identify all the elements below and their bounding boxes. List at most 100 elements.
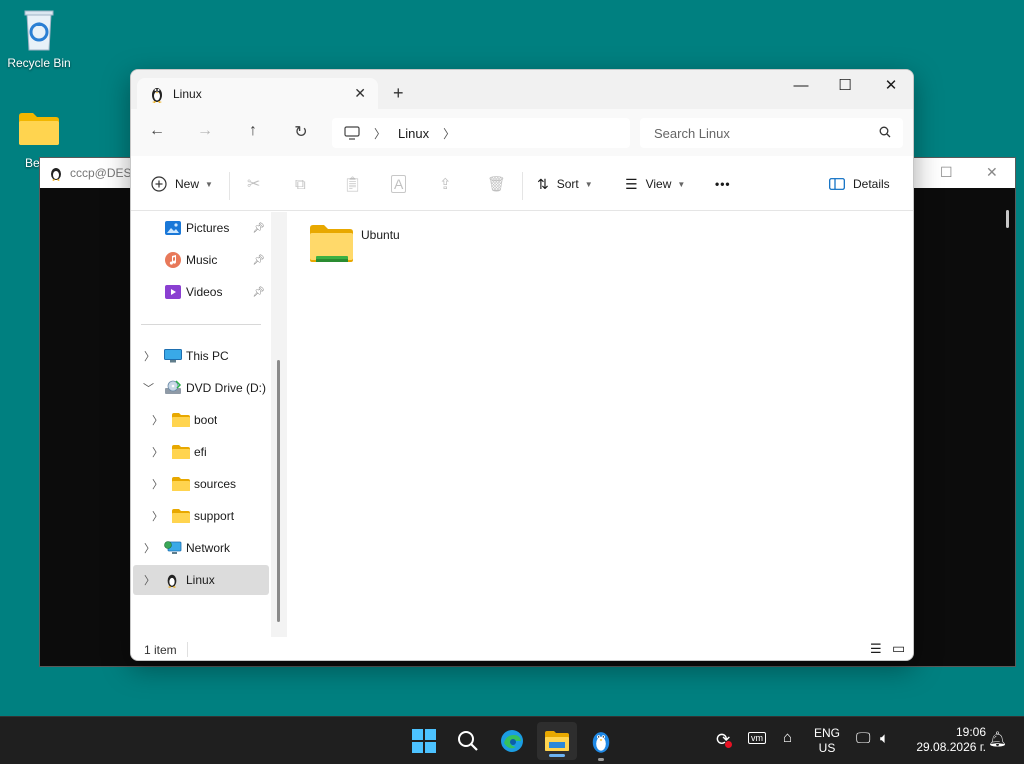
file-name: Ubuntu [361, 228, 400, 242]
linux-app-button[interactable] [581, 725, 621, 761]
chevron-right-icon[interactable]: 〉 [374, 125, 386, 142]
running-indicator [598, 758, 604, 761]
volume-icon[interactable]: 🔈︎ [880, 730, 889, 747]
chevron-right-icon[interactable]: 〉 [144, 540, 155, 556]
pin-icon[interactable]: 📌︎ [252, 223, 265, 234]
start-button[interactable] [404, 725, 444, 757]
file-explorer-button[interactable] [537, 722, 577, 760]
computer-icon [164, 349, 182, 363]
copy-icon: ⧉ [295, 175, 306, 193]
terminal-scroll-thumb[interactable] [1006, 210, 1009, 228]
chevron-right-icon[interactable]: 〉 [152, 508, 163, 524]
back-arrow-icon[interactable]: ← [145, 122, 169, 140]
sidebar-item-boot[interactable]: 〉 boot [133, 405, 269, 435]
sidebar-item-sources[interactable]: 〉 sources [133, 469, 269, 499]
sidebar-item-dvd-drive[interactable]: ﹀ DVD Drive (D:) C [133, 373, 270, 403]
search-button[interactable] [448, 725, 488, 757]
new-tab-icon[interactable]: + [393, 83, 404, 104]
details-button[interactable]: Details [829, 171, 890, 197]
clock[interactable]: 19:06 29.08.2026 г. [910, 725, 986, 755]
scissors-icon: ✂ [247, 176, 261, 193]
sort-button[interactable]: ⇅ Sort ▼ [537, 171, 593, 197]
chevron-right-icon[interactable]: 〉 [443, 125, 455, 142]
sidebar-item-network[interactable]: 〉 Network [133, 533, 269, 563]
maximize-icon[interactable]: ☐ [940, 164, 953, 181]
windows-logo-icon [412, 729, 436, 753]
more-options-button[interactable]: ••• [715, 171, 731, 197]
sidebar-item-support[interactable]: 〉 support [133, 501, 269, 531]
delete-button[interactable]: 🗑︎ [487, 171, 506, 197]
chevron-right-icon[interactable]: 〉 [144, 348, 155, 364]
sidebar-item-linux[interactable]: 〉 Linux [133, 565, 269, 595]
language-indicator[interactable]: ENG US [812, 726, 842, 756]
sidebar-item-music[interactable]: Music 📌︎ [133, 245, 269, 275]
linux-penguin-icon [152, 87, 162, 103]
chevron-right-icon[interactable]: 〉 [152, 476, 163, 492]
sidebar-item-pictures[interactable]: Pictures 📌︎ [133, 213, 269, 243]
desktop-icon-label: Be [25, 156, 40, 170]
sidebar-item-label: Network [186, 541, 231, 555]
cut-button[interactable]: ✂ [247, 171, 260, 197]
paste-button[interactable]: 📋︎ [343, 171, 362, 197]
breadcrumb-item-linux[interactable]: Linux [398, 126, 429, 141]
refresh-icon[interactable]: ↻ [289, 122, 313, 142]
pin-icon[interactable]: 📌︎ [252, 255, 265, 266]
breadcrumb[interactable]: 〉 Linux 〉 [332, 118, 630, 148]
sidebar-item-this-pc[interactable]: 〉 This PC [133, 341, 269, 371]
chevron-down-icon: ▼ [205, 179, 213, 189]
chevron-right-icon[interactable]: 〉 [152, 444, 163, 460]
sidebar-scrollbar[interactable] [271, 212, 287, 637]
scrollbar-thumb[interactable] [277, 360, 280, 622]
taskbar: ⟳ vm ⌂ ENG US 🖵︎ 🔈︎ 19:06 29.08.2026 г. … [0, 716, 1024, 764]
tiles-view-icon[interactable]: ▭ [892, 640, 905, 657]
close-window-icon[interactable]: ✕ [868, 74, 913, 98]
command-bar: New ▼ ✂ ⧉ 📋︎ A ⇪ 🗑︎ ⇅ Sort ▼ ☰ View ▼ ••… [131, 156, 913, 211]
divider [187, 642, 188, 657]
desktop-icon-recycle-bin[interactable]: Recycle Bin [1, 8, 77, 70]
usb-icon[interactable]: ⌂ [783, 729, 792, 746]
status-bar: 1 item ☰ ▭ [131, 637, 913, 660]
sidebar-item-efi[interactable]: 〉 efi [133, 437, 269, 467]
linux-penguin-icon [592, 732, 610, 753]
close-tab-icon[interactable]: ✕ [354, 85, 366, 102]
close-icon[interactable]: ✕ [986, 164, 998, 181]
clock-date: 29.08.2026 г. [916, 740, 986, 754]
divider [229, 172, 230, 200]
view-button-label: View [645, 177, 672, 191]
sidebar-item-label: Pictures [186, 221, 230, 235]
chevron-right-icon[interactable]: 〉 [144, 572, 155, 588]
music-icon [165, 252, 181, 268]
desktop-icon-folder[interactable]: Be [1, 110, 77, 170]
sort-icon: ⇅ [537, 175, 549, 192]
up-arrow-icon[interactable]: ↑ [241, 122, 265, 140]
details-view-icon[interactable]: ☰ [870, 641, 882, 657]
new-button[interactable]: New ▼ [151, 171, 213, 197]
chevron-right-icon[interactable]: 〉 [152, 412, 163, 428]
rename-icon: A [391, 175, 407, 193]
chevron-down-icon[interactable]: ﹀ [143, 380, 154, 396]
file-explorer-window[interactable]: Linux ✕ + — ☐ ✕ ← → ↑ ↻ 〉 Linux 〉 Search… [130, 69, 914, 661]
vm-icon[interactable]: vm [748, 732, 766, 744]
rename-button[interactable]: A [391, 171, 407, 197]
edge-browser-button[interactable] [492, 725, 532, 757]
search-input[interactable] [640, 118, 903, 148]
bell-icon[interactable]: 🔔︎ [988, 730, 1007, 748]
maximize-icon[interactable]: ☐ [822, 74, 868, 98]
sidebar-item-label: DVD Drive (D:) C [186, 381, 270, 395]
plus-circle-icon [151, 176, 167, 192]
network-status-icon[interactable]: 🖵︎ [856, 730, 870, 747]
pin-icon[interactable]: 📌︎ [252, 287, 265, 298]
search-icon [879, 126, 891, 138]
view-button[interactable]: ☰ View ▼ [625, 171, 685, 197]
minimize-icon[interactable]: — [778, 74, 824, 98]
dvd-drive-icon [165, 380, 182, 394]
details-button-label: Details [853, 177, 890, 191]
sidebar-item-videos[interactable]: Videos 📌︎ [133, 277, 269, 307]
forward-arrow-icon[interactable]: → [193, 122, 217, 140]
tab-linux[interactable]: Linux ✕ [137, 78, 378, 109]
file-item-ubuntu[interactable]: Ubuntu [309, 224, 429, 270]
videos-icon [165, 285, 181, 299]
copy-button[interactable]: ⧉ [295, 171, 306, 197]
item-count: 1 item [144, 643, 177, 657]
share-button[interactable]: ⇪ [439, 171, 452, 197]
